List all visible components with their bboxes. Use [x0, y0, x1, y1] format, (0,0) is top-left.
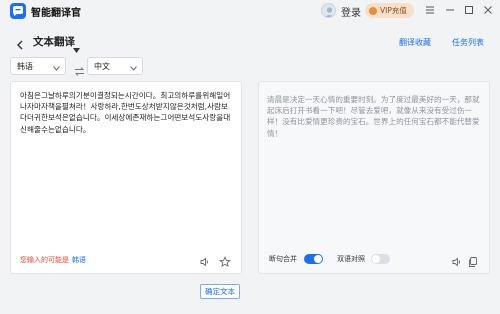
- menu-icon[interactable]: [423, 3, 437, 17]
- translation-text: 清晨是决定一天心情的重要时刻。为了度过最美好的一天，那就起床后打开书看一下吧！尽…: [267, 95, 480, 138]
- avatar-icon[interactable]: [321, 3, 336, 18]
- chevron-down-icon: [53, 64, 60, 73]
- login-link[interactable]: 登录: [341, 4, 361, 19]
- speaker-icon[interactable]: [451, 253, 463, 267]
- task-list-link[interactable]: 任务列表: [452, 37, 484, 48]
- source-language-value: 韩语: [17, 61, 33, 71]
- vip-label: VIP充值: [380, 6, 407, 15]
- hint-text: 您输入的可能是: [20, 256, 69, 264]
- close-icon[interactable]: [481, 3, 495, 17]
- target-language-select[interactable]: 中文: [87, 57, 143, 75]
- translation-output-panel: 清晨是决定一天心情的重要时刻。为了度过最美好的一天，那就起床后打开书看一下吧！尽…: [258, 81, 490, 274]
- language-detect-hint: 您输入的可能是 韩语: [20, 255, 86, 265]
- merge-sentences-toggle[interactable]: [304, 254, 323, 264]
- maximize-icon[interactable]: [462, 3, 476, 17]
- speaker-icon[interactable]: [199, 253, 211, 267]
- favorites-link[interactable]: 翻译收藏: [399, 37, 431, 48]
- translate-button[interactable]: 确定文本: [200, 284, 240, 299]
- source-textarea[interactable]: 아침은그날하루의기분이결정되는시간이다。최고의하루를위해일어나자마자책을펼쳐라！…: [20, 90, 234, 135]
- copy-icon[interactable]: [467, 253, 479, 267]
- vip-recharge-button[interactable]: VIP充值: [365, 3, 414, 18]
- source-text-panel[interactable]: 아침은그날하루의기분이결정되는시간이다。최고의하루를위해일어나자마자책을펼쳐라！…: [10, 81, 242, 274]
- page-title[interactable]: 文本翻译: [33, 34, 75, 49]
- chevron-down-icon: [130, 64, 137, 73]
- detected-language-link[interactable]: 韩语: [72, 256, 86, 264]
- star-icon[interactable]: [219, 253, 231, 268]
- bilingual-compare-toggle[interactable]: [371, 254, 390, 264]
- minimize-icon[interactable]: [443, 3, 457, 17]
- target-language-value: 中文: [94, 61, 110, 71]
- source-language-select[interactable]: 韩语: [10, 57, 66, 75]
- bilingual-compare-label: 双语对照: [337, 255, 365, 263]
- app-title: 智能翻译官: [31, 8, 81, 19]
- crown-icon: [369, 6, 377, 15]
- app-logo: [10, 3, 26, 19]
- merge-sentences-label: 断句合并: [269, 255, 297, 263]
- chevron-down-icon[interactable]: [73, 38, 80, 57]
- swap-languages-icon[interactable]: [74, 61, 85, 80]
- back-arrow-icon[interactable]: [16, 35, 24, 54]
